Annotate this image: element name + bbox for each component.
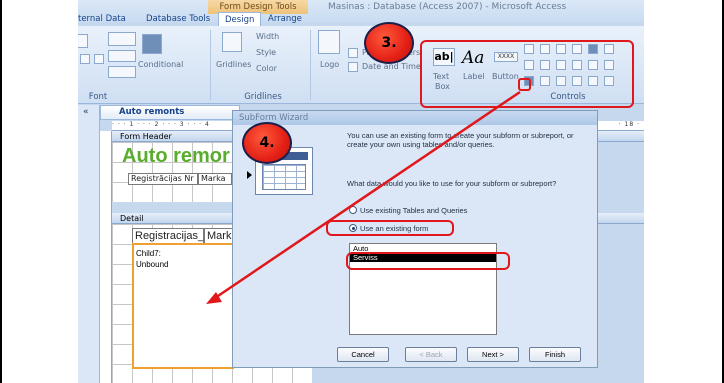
app-title: Masinas : Database (Access 2007) - Micro… — [328, 2, 567, 12]
width-label[interactable]: Width — [256, 32, 279, 41]
step-3-callout: 3. — [364, 22, 414, 64]
step-4-callout: 4. — [242, 122, 292, 164]
font-size-dropdown[interactable] — [78, 34, 88, 48]
option-tables-label[interactable]: Use existing Tables and Queries — [360, 206, 467, 215]
wizard-title: SubForm Wizard — [233, 111, 597, 125]
form-header-label: Form Header — [120, 132, 172, 141]
wizard-intro-text: You can use an existing form to create y… — [347, 131, 574, 149]
list-icon[interactable] — [80, 54, 90, 64]
form-title-label[interactable]: Auto remor — [122, 145, 230, 168]
conditional-formatting-icon[interactable] — [142, 34, 162, 54]
finish-button[interactable]: Finish — [529, 347, 581, 362]
fill-color-icon[interactable] — [108, 50, 136, 62]
cancel-button[interactable]: Cancel — [337, 347, 389, 362]
logo-label[interactable]: Logo — [320, 60, 339, 69]
gridlines-group-label: Gridlines — [244, 92, 282, 102]
navigation-pane-collapsed[interactable]: « — [78, 105, 100, 383]
gridlines-label[interactable]: Gridlines — [216, 60, 251, 69]
logo-icon[interactable] — [318, 30, 340, 54]
border-icon[interactable] — [108, 66, 136, 78]
subform-control[interactable]: Child7: Unbound — [132, 243, 234, 369]
group-separator — [210, 30, 211, 100]
gridlines-icon[interactable] — [222, 32, 242, 52]
subform-label[interactable]: Child7: — [136, 249, 161, 258]
subform-icon-highlight — [518, 78, 531, 91]
use-form-highlight — [326, 220, 454, 236]
group-separator — [310, 30, 311, 100]
tab-external-data[interactable]: ternal Data — [78, 12, 126, 26]
font-group-label: Font — [88, 92, 108, 102]
page-numbers-icon[interactable] — [348, 48, 358, 58]
access-window: Form Design Tools Masinas : Database (Ac… — [78, 0, 644, 383]
conditional-label[interactable]: Conditional — [138, 60, 183, 69]
wizard-question: What data would you like to use for your… — [347, 179, 557, 188]
brush-icon[interactable] — [94, 54, 104, 64]
header-field-registration[interactable]: Registrācijas Nr — [128, 173, 198, 185]
ruler-marks-right: · 18 · — [618, 121, 640, 128]
expand-nav-icon[interactable]: « — [83, 107, 89, 117]
tab-design[interactable]: Design — [218, 12, 262, 26]
font-color-icon[interactable] — [108, 32, 136, 46]
pointer-arrow-icon — [247, 171, 253, 181]
detail-field-registration[interactable]: Registracijas_ — [132, 228, 204, 244]
subform-unbound-text: Unbound — [136, 260, 169, 269]
next-button[interactable]: Next > — [467, 347, 519, 362]
ruler-marks: · · · 1 · · · 2 · · · 3 · · · 4 — [112, 121, 210, 128]
controls-highlight — [420, 40, 634, 108]
tab-database-tools[interactable]: Database Tools — [146, 12, 210, 26]
radio-use-tables[interactable] — [349, 206, 357, 214]
header-field-marka[interactable]: Marka — [198, 173, 232, 185]
vertical-ruler — [100, 131, 112, 383]
tab-arrange[interactable]: Arrange — [268, 12, 302, 26]
style-label[interactable]: Style — [256, 48, 276, 57]
color-label[interactable]: Color — [256, 64, 277, 73]
detail-field-marka[interactable]: Marka — [204, 228, 234, 244]
ribbon-tabs: ternal Data Database Tools Design Arrang… — [78, 12, 644, 26]
detail-label: Detail — [120, 214, 144, 223]
serviss-highlight — [346, 252, 510, 270]
document-tab[interactable]: Auto remonts — [100, 105, 240, 120]
back-button[interactable]: < Back — [405, 347, 457, 362]
date-time-icon[interactable] — [348, 62, 358, 72]
